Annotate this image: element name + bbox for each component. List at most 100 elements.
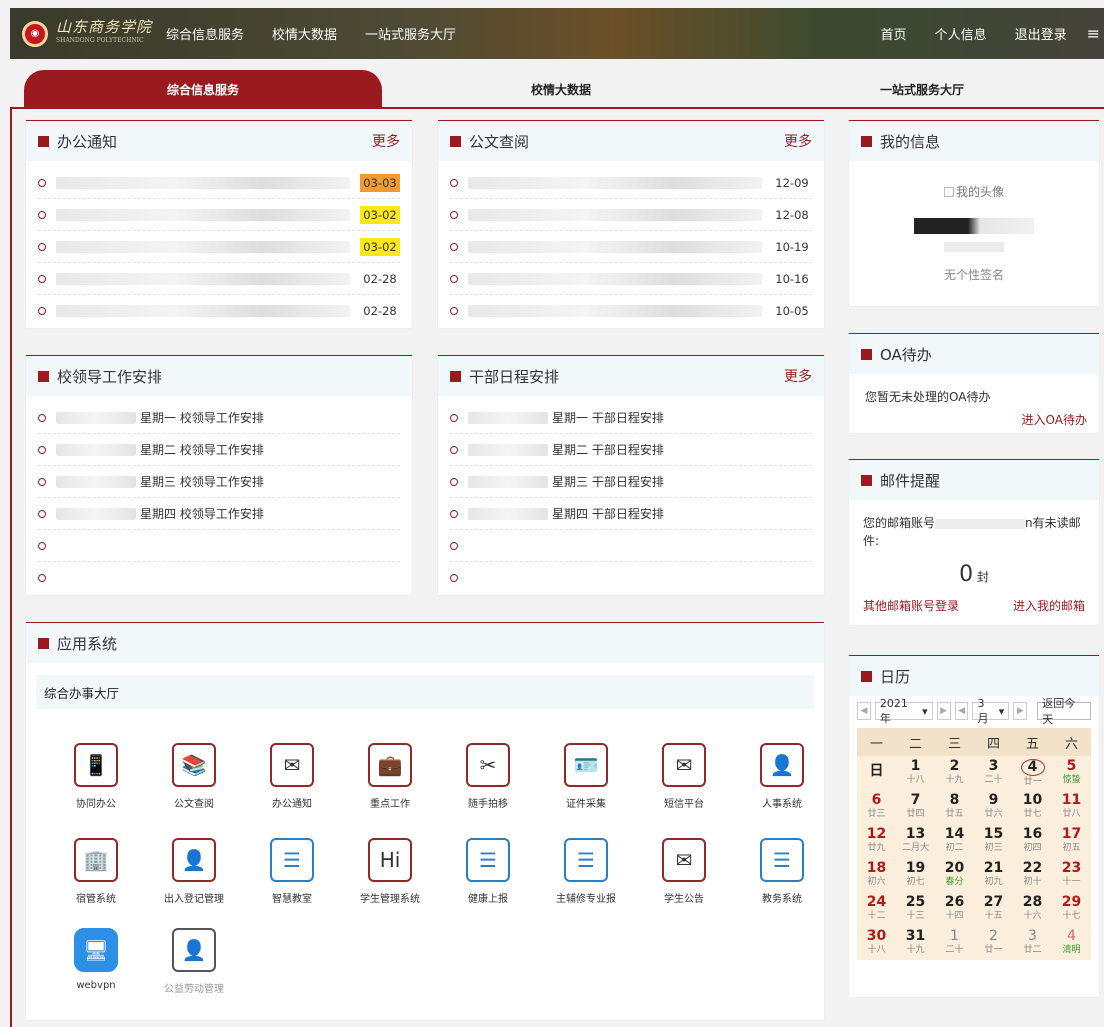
other-mail-login-link[interactable]: 其他邮箱账号登录 [863,597,959,614]
app-icon[interactable]: 📚 [172,743,216,787]
leader-schedule-row[interactable]: 星期二 校领导工作安排 [38,434,400,466]
app-tile[interactable]: 👤 出入登记管理 [154,838,234,905]
next-month-icon[interactable]: ▶ [1013,702,1028,720]
schedule-text[interactable]: 星期四 校领导工作安排 [140,505,264,522]
app-icon[interactable]: 👤 [172,838,216,882]
app-tile[interactable]: ✂ 随手拍移 [448,743,528,810]
schedule-text[interactable]: 星期二 干部日程安排 [552,441,664,458]
leader-schedule-row[interactable] [38,530,400,562]
app-icon[interactable]: ☰ [760,838,804,882]
logout-link[interactable]: 退出登录 [1015,24,1067,43]
topnav-info-service[interactable]: 综合信息服务 [166,24,244,43]
app-tile[interactable]: ☰ 教务系统 [742,838,822,905]
prev-year-icon[interactable]: ◀ [857,702,871,720]
profile-link[interactable]: 个人信息 [935,24,987,43]
calendar-day[interactable]: 19 初七 [896,858,935,892]
app-tile[interactable]: ☰ 主辅修专业报 [546,838,626,905]
app-icon[interactable]: 🪪 [564,743,608,787]
calendar-day[interactable]: 8 廿五 [935,790,974,824]
cadre-schedule-row[interactable]: 星期三 干部日程安排 [450,466,812,498]
app-tile[interactable]: Hi 学生管理系统 [350,838,430,905]
tab-info-service[interactable]: 综合信息服务 [24,70,382,108]
app-tile[interactable]: ✉ 短信平台 [644,743,724,810]
cadre-schedule-row[interactable] [450,562,812,594]
month-select[interactable]: 3月 ▾ [972,697,1010,725]
notice-row[interactable]: 02-28 [38,295,400,327]
notice-title-redacted[interactable] [56,240,350,253]
leader-schedule-row[interactable] [38,562,400,594]
app-icon[interactable]: ✉ [270,743,314,787]
calendar-day[interactable]: 22 初十 [1013,858,1052,892]
more-link[interactable]: 更多 [784,366,812,386]
calendar-day[interactable]: 28 十六 [1013,892,1052,926]
calendar-day[interactable]: 4 廿一 [1013,756,1052,790]
calendar-day[interactable]: 12 廿九 [857,824,896,858]
schedule-text[interactable]: 星期一 干部日程安排 [552,409,664,426]
app-icon[interactable]: ✂ [466,743,510,787]
tab-big-data[interactable]: 校情大数据 [382,70,740,108]
calendar-day[interactable]: 25 十三 [896,892,935,926]
app-icon[interactable]: 👤 [760,743,804,787]
calendar-day[interactable]: 4 清明 [1052,926,1091,960]
calendar-day[interactable]: 30 十八 [857,926,896,960]
avatar[interactable]: 我的头像 [849,183,1099,200]
leader-schedule-row[interactable]: 星期四 校领导工作安排 [38,498,400,530]
notice-title-redacted[interactable] [56,176,350,189]
topnav-big-data[interactable]: 校情大数据 [272,24,337,43]
year-select[interactable]: 2021年 ▾ [874,697,933,725]
doc-row[interactable]: 10-05 [450,295,812,327]
cadre-schedule-row[interactable]: 星期二 干部日程安排 [450,434,812,466]
notice-row[interactable]: 03-03 [38,167,400,199]
calendar-day[interactable]: 1 二十 [935,926,974,960]
app-icon[interactable]: 💼 [368,743,412,787]
calendar-day[interactable]: 24 十二 [857,892,896,926]
more-link[interactable]: 更多 [372,131,400,151]
cadre-schedule-row[interactable]: 星期一 干部日程安排 [450,402,812,434]
next-year-icon[interactable]: ▶ [936,702,951,720]
calendar-day[interactable]: 5 惊蛰 [1052,756,1091,790]
calendar-day[interactable]: 20 春分 [935,858,974,892]
notice-row[interactable]: 02-28 [38,263,400,295]
app-tile[interactable]: 🏢 宿管系统 [56,838,136,905]
notice-title-redacted[interactable] [56,208,350,221]
app-icon[interactable]: ☰ [270,838,314,882]
calendar-day[interactable]: 31 十九 [896,926,935,960]
app-icon[interactable]: 🏢 [74,838,118,882]
calendar-day[interactable]: 9 廿六 [974,790,1013,824]
doc-title-redacted[interactable] [468,272,762,285]
app-icon[interactable]: ☰ [466,838,510,882]
calendar-day[interactable]: 26 十四 [935,892,974,926]
calendar-day[interactable]: 27 十五 [974,892,1013,926]
enter-mailbox-link[interactable]: 进入我的邮箱 [1013,597,1085,614]
calendar-day[interactable]: 11 廿八 [1052,790,1091,824]
app-icon[interactable]: Hi [368,838,412,882]
app-icon[interactable]: 📱 [74,743,118,787]
more-link[interactable]: 更多 [784,131,812,151]
calendar-day[interactable]: 10 廿七 [1013,790,1052,824]
app-tile[interactable]: ✉ 办公通知 [252,743,332,810]
leader-schedule-row[interactable]: 星期三 校领导工作安排 [38,466,400,498]
app-icon[interactable]: ☰ [564,838,608,882]
sunday-marker[interactable]: 日 [857,756,896,790]
prev-month-icon[interactable]: ◀ [954,702,969,720]
doc-title-redacted[interactable] [468,176,762,189]
calendar-day[interactable]: 2 十九 [935,756,974,790]
notice-title-redacted[interactable] [56,272,350,285]
home-link[interactable]: 首页 [881,24,907,43]
app-icon[interactable]: ✉ [662,838,706,882]
doc-row[interactable]: 12-09 [450,167,812,199]
school-logo[interactable]: ◉ 山东商务学院 SHANDONG POLYTECHNIC [22,19,152,48]
app-tile[interactable]: ✉ 学生公告 [644,838,724,905]
calendar-day[interactable]: 3 二十 [974,756,1013,790]
app-tile[interactable]: 📚 公文查阅 [154,743,234,810]
doc-title-redacted[interactable] [468,240,762,253]
calendar-day[interactable]: 6 廿三 [857,790,896,824]
app-tile[interactable]: 📱 协同办公 [56,743,136,810]
notice-row[interactable]: 03-02 [38,199,400,231]
schedule-text[interactable]: 星期一 校领导工作安排 [140,409,264,426]
calendar-day[interactable]: 13 二月大 [896,824,935,858]
calendar-day[interactable]: 1 十八 [896,756,935,790]
enter-oa-link[interactable]: 进入OA待办 [1022,413,1087,427]
doc-title-redacted[interactable] [468,208,762,221]
calendar-day[interactable]: 23 十一 [1052,858,1091,892]
